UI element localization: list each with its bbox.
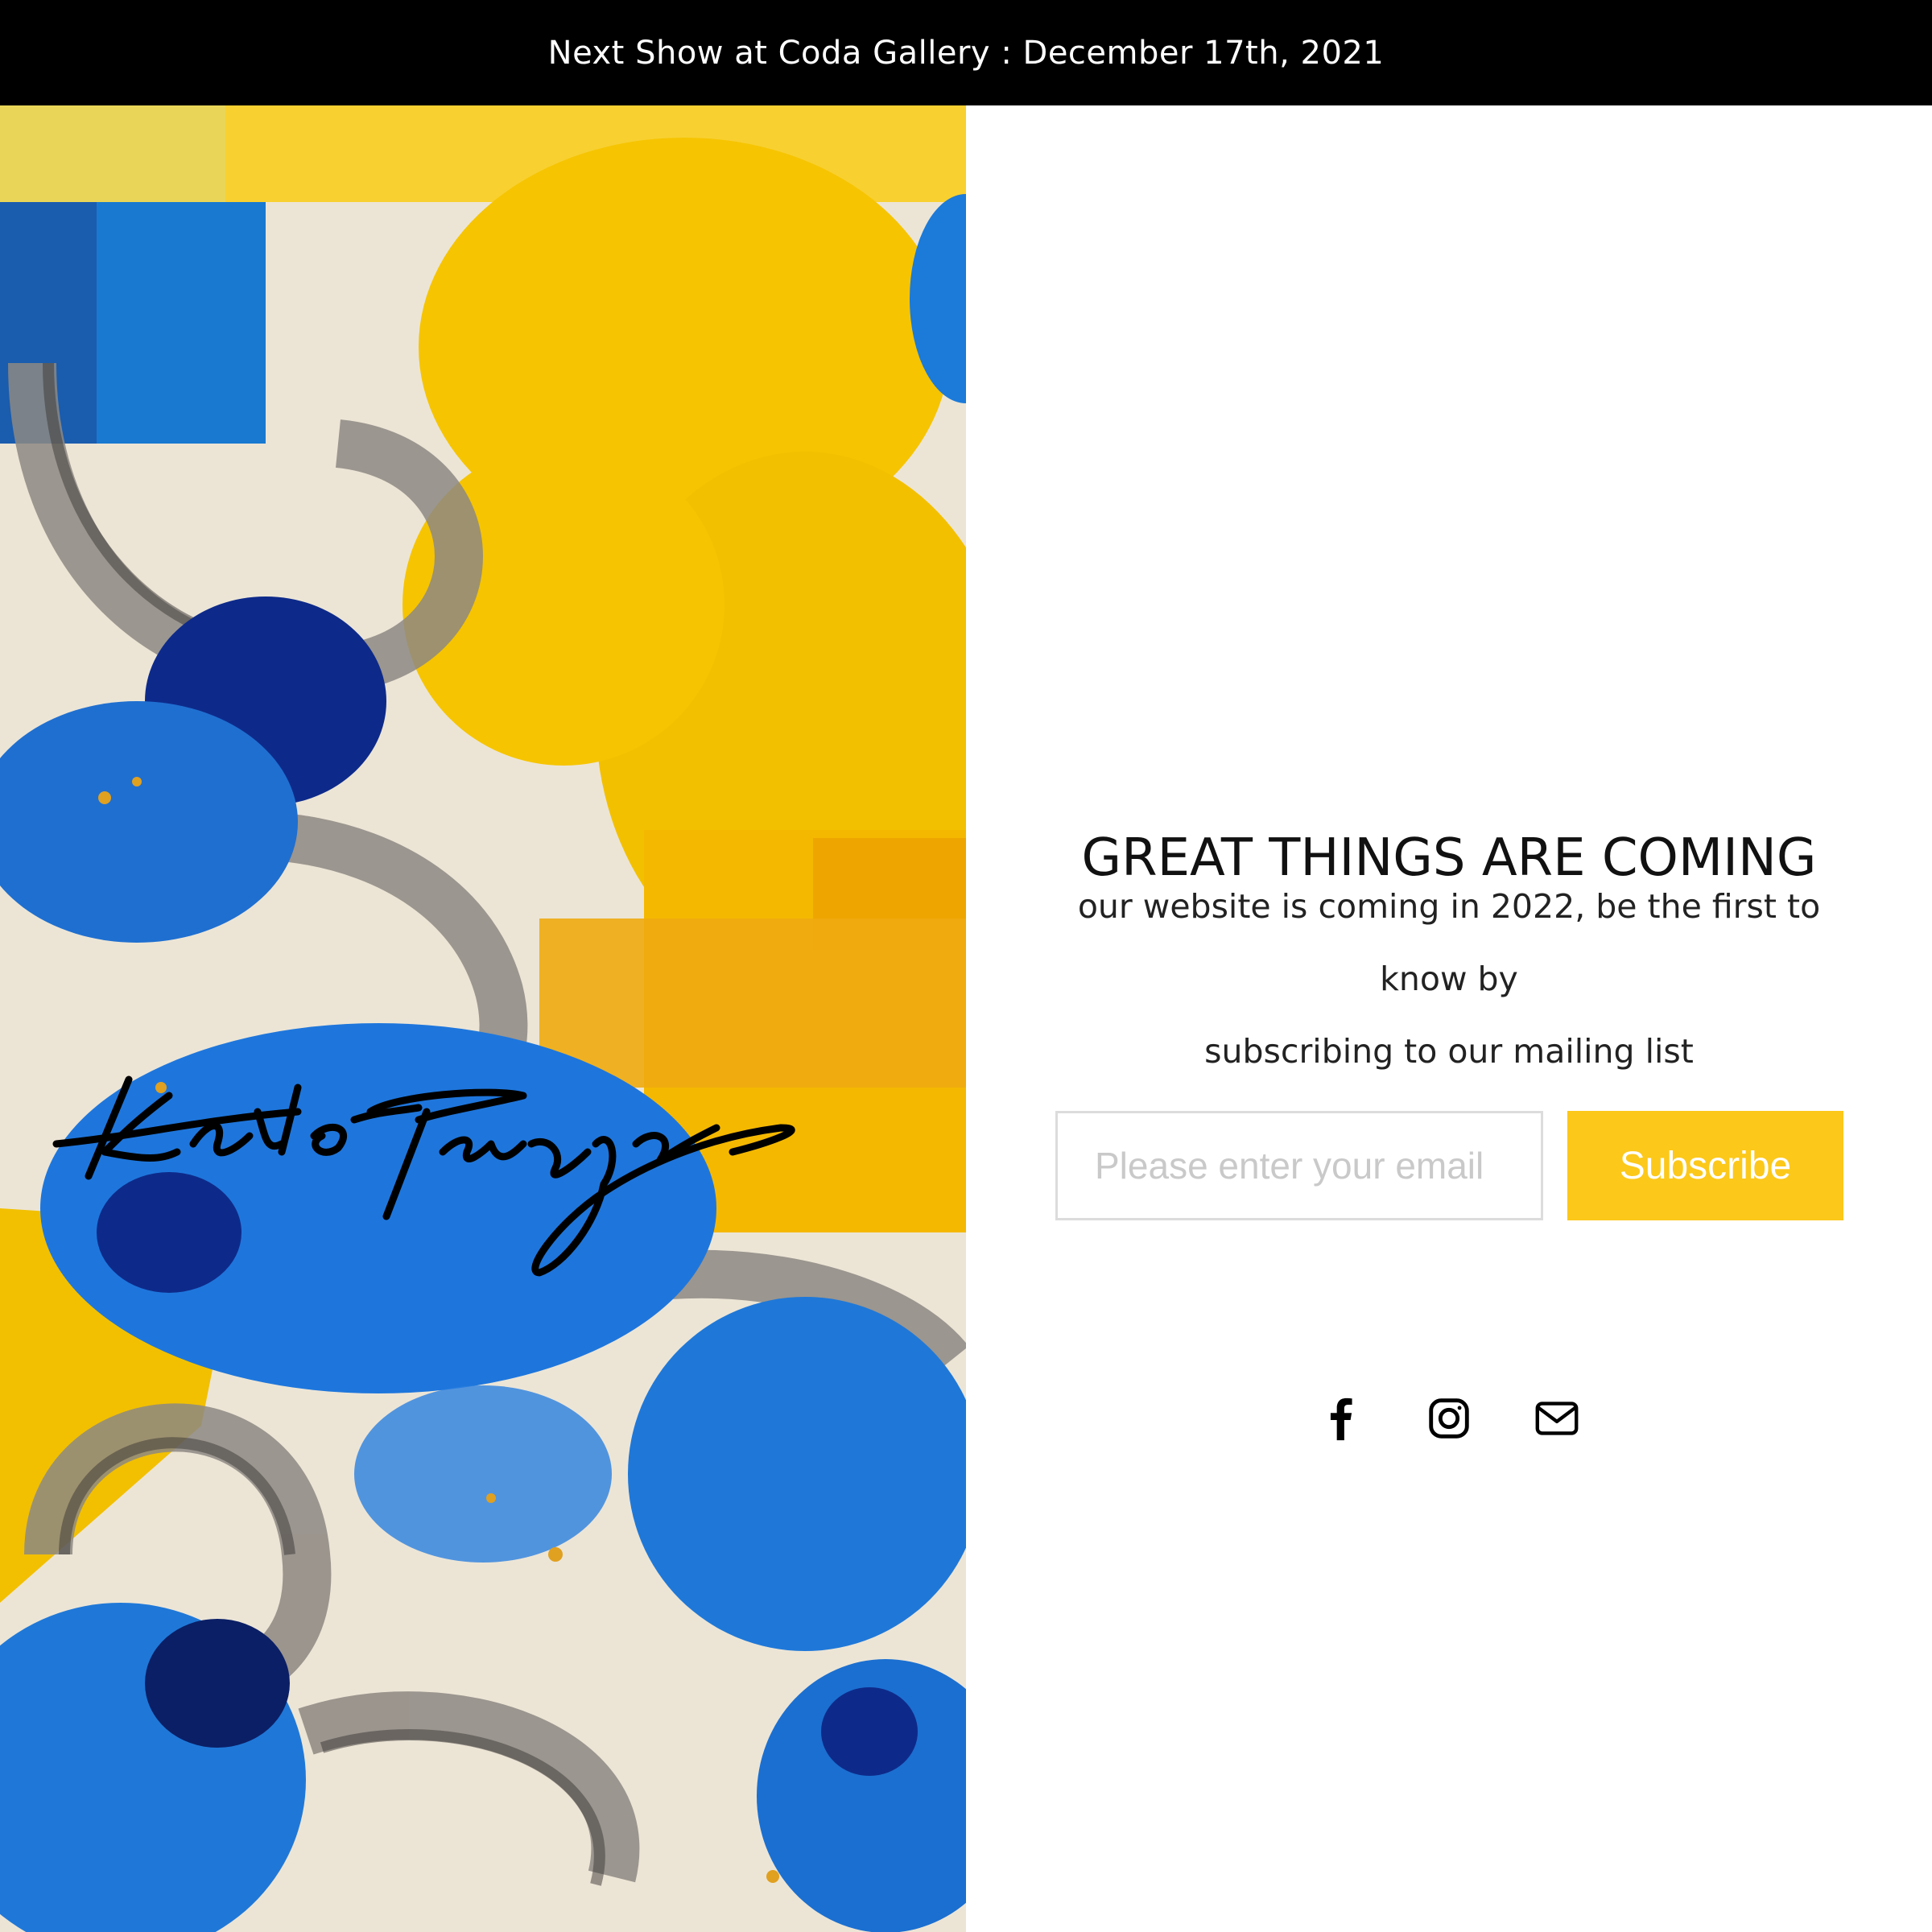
instagram-link[interactable] <box>1424 1393 1474 1443</box>
instagram-icon <box>1429 1398 1469 1439</box>
hero-artwork <box>0 105 966 1932</box>
facebook-icon <box>1330 1397 1352 1441</box>
social-links <box>966 1393 1932 1450</box>
page-subtitle: our website is coming in 2022, be the fi… <box>1030 870 1868 1088</box>
artist-signature <box>40 1063 934 1289</box>
email-icon <box>1535 1402 1579 1435</box>
subtitle-line-2: subscribing to our mailing list <box>1204 1032 1694 1071</box>
facebook-link[interactable] <box>1316 1393 1366 1443</box>
subscribe-button[interactable]: Subscribe <box>1567 1111 1843 1220</box>
email-input[interactable] <box>1055 1111 1543 1220</box>
subtitle-line-1: our website is coming in 2022, be the fi… <box>1077 887 1821 998</box>
announcement-bar: Next Show at Coda Gallery : December 17t… <box>0 0 1932 105</box>
content-panel: GREAT THINGS ARE COMING our website is c… <box>966 105 1932 1932</box>
email-link[interactable] <box>1532 1393 1582 1443</box>
announcement-text: Next Show at Coda Gallery : December 17t… <box>547 34 1385 72</box>
subscribe-form: Subscribe <box>1055 1111 1843 1220</box>
abstract-painting <box>0 105 966 1932</box>
